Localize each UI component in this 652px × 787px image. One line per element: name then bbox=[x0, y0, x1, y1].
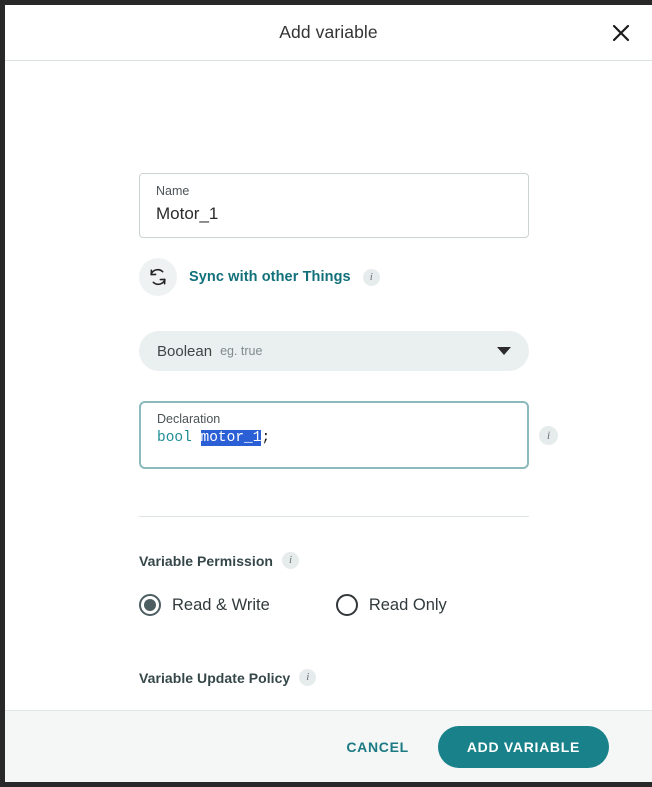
close-icon[interactable] bbox=[606, 18, 636, 48]
variable-permission-radio-group: Read & Write Read Only bbox=[139, 594, 447, 616]
radio-read-only-label: Read Only bbox=[368, 595, 447, 614]
dialog-footer: CANCEL ADD VARIABLE bbox=[5, 710, 652, 782]
sync-info-icon[interactable]: i bbox=[362, 268, 380, 286]
radio-read-only-indicator[interactable] bbox=[335, 594, 358, 616]
add-variable-button[interactable]: ADD VARIABLE bbox=[437, 725, 609, 768]
section-divider bbox=[139, 516, 529, 517]
name-input-label: Name bbox=[156, 184, 190, 198]
variable-update-policy-heading: Variable Update Policy i bbox=[139, 669, 317, 686]
sync-with-things-label[interactable]: Sync with other Things bbox=[189, 269, 351, 285]
declaration-code-name[interactable]: motor_1 bbox=[200, 430, 262, 446]
radio-read-write-label: Read & Write bbox=[172, 595, 270, 614]
add-variable-dialog: Add variable Name Motor_1 Sync with othe… bbox=[5, 5, 652, 782]
sync-with-things-row: Sync with other Things i bbox=[139, 257, 529, 297]
declaration-info-icon[interactable]: i bbox=[539, 426, 558, 445]
declaration-label: Declaration bbox=[157, 412, 221, 426]
dialog-header: Add variable bbox=[5, 5, 652, 61]
declaration-code-punct: ; bbox=[261, 430, 271, 446]
declaration-code: bool motor_1; bbox=[157, 428, 511, 448]
declaration-input[interactable]: Declaration bool motor_1; bbox=[139, 401, 529, 469]
declaration-code-type: bool bbox=[157, 430, 192, 446]
variable-permission-heading: Variable Permission i bbox=[139, 552, 300, 569]
cancel-button[interactable]: CANCEL bbox=[342, 731, 413, 763]
variable-update-policy-info-icon[interactable]: i bbox=[299, 669, 317, 686]
chevron-down-icon[interactable] bbox=[497, 347, 511, 355]
variable-permission-title: Variable Permission bbox=[139, 552, 274, 569]
variable-update-policy-title: Variable Update Policy bbox=[139, 669, 291, 686]
sync-icon[interactable] bbox=[139, 258, 177, 296]
variable-permission-info-icon[interactable]: i bbox=[282, 552, 300, 569]
radio-read-only[interactable]: Read Only bbox=[335, 594, 447, 616]
radio-read-write[interactable]: Read & Write bbox=[139, 594, 270, 616]
dialog-body: Name Motor_1 Sync with other Things i Bo… bbox=[5, 61, 652, 710]
radio-read-write-indicator[interactable] bbox=[139, 594, 161, 616]
variable-type-value: Boolean bbox=[157, 342, 213, 360]
name-input-value: Motor_1 bbox=[156, 204, 219, 223]
dialog-title: Add variable bbox=[279, 22, 378, 42]
variable-type-select[interactable]: Boolean eg. true bbox=[139, 331, 529, 371]
name-input[interactable]: Name Motor_1 bbox=[139, 173, 529, 238]
variable-type-hint: eg. true bbox=[220, 344, 263, 358]
